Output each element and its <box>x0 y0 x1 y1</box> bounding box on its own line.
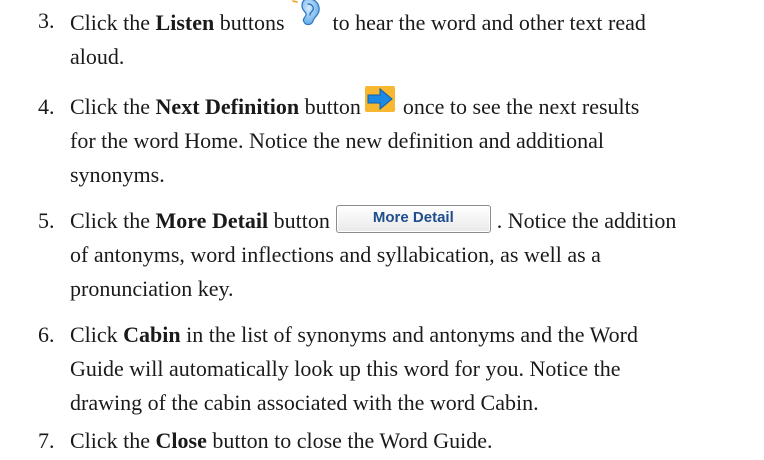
more-detail-button[interactable]: More Detail <box>335 205 491 233</box>
text-segment: button <box>268 208 330 233</box>
step-line: pronunciation key. <box>70 276 234 301</box>
bold-term: Cabin <box>123 322 181 347</box>
bold-term: Listen <box>155 10 215 35</box>
step-line: Click the More Detail button More Detail.… <box>70 204 760 238</box>
text-segment: once to see the next results <box>402 94 640 119</box>
step-line: of antonyms, word inflections and syllab… <box>70 242 601 267</box>
ear-icon <box>291 0 325 26</box>
text-segment: Click the <box>70 208 156 233</box>
bold-term: Close <box>155 428 207 453</box>
text-segment: to hear the word and other text read <box>332 10 646 35</box>
step-line: drawing of the cabin associated with the… <box>70 390 539 415</box>
step-number: 4. <box>38 94 55 119</box>
step-line: Click Cabin in the list of synonyms and … <box>70 318 760 352</box>
step-body: Click the More Detail button More Detail.… <box>70 204 760 306</box>
text-segment: button to close the Word Guide. <box>206 428 493 453</box>
step-body: Click Cabin in the list of synonyms and … <box>70 318 760 420</box>
step-line: aloud. <box>70 44 125 69</box>
text-segment: Click <box>70 322 124 347</box>
step-body: Click the Next Definition button once to… <box>70 86 760 192</box>
step-body: Click the Listen buttons to hear the wor… <box>70 0 760 74</box>
right-arrow-icon <box>364 86 395 112</box>
instructions-document: 3. Click the Listen buttons to hear the … <box>0 0 764 460</box>
step-number: 6. <box>38 322 55 347</box>
text-segment: button <box>299 94 361 119</box>
step-body: Click the Close button to close the Word… <box>70 424 760 458</box>
step-line: Click the Listen buttons to hear the wor… <box>70 0 760 40</box>
text-segment: Click the <box>70 428 156 453</box>
text-segment: buttons <box>214 10 285 35</box>
bold-term: More Detail <box>155 208 269 233</box>
text-segment: . Notice the addition <box>496 208 677 233</box>
step-line: Click the Next Definition button once to… <box>70 86 760 124</box>
text-segment: in the list of synonyms and antonyms and… <box>180 322 638 347</box>
text-segment: Click the <box>70 10 156 35</box>
step-number: 5. <box>38 208 55 233</box>
bold-term: Next Definition <box>155 94 300 119</box>
step-line: Guide will automatically look up this wo… <box>70 356 621 381</box>
text-segment: Click the <box>70 94 156 119</box>
step-line: for the word Home. Notice the new defini… <box>70 128 604 153</box>
step-line: synonyms. <box>70 162 165 187</box>
step-number: 3. <box>38 8 55 33</box>
step-number: 7. <box>38 428 55 453</box>
step-line: Click the Close button to close the Word… <box>70 424 760 458</box>
